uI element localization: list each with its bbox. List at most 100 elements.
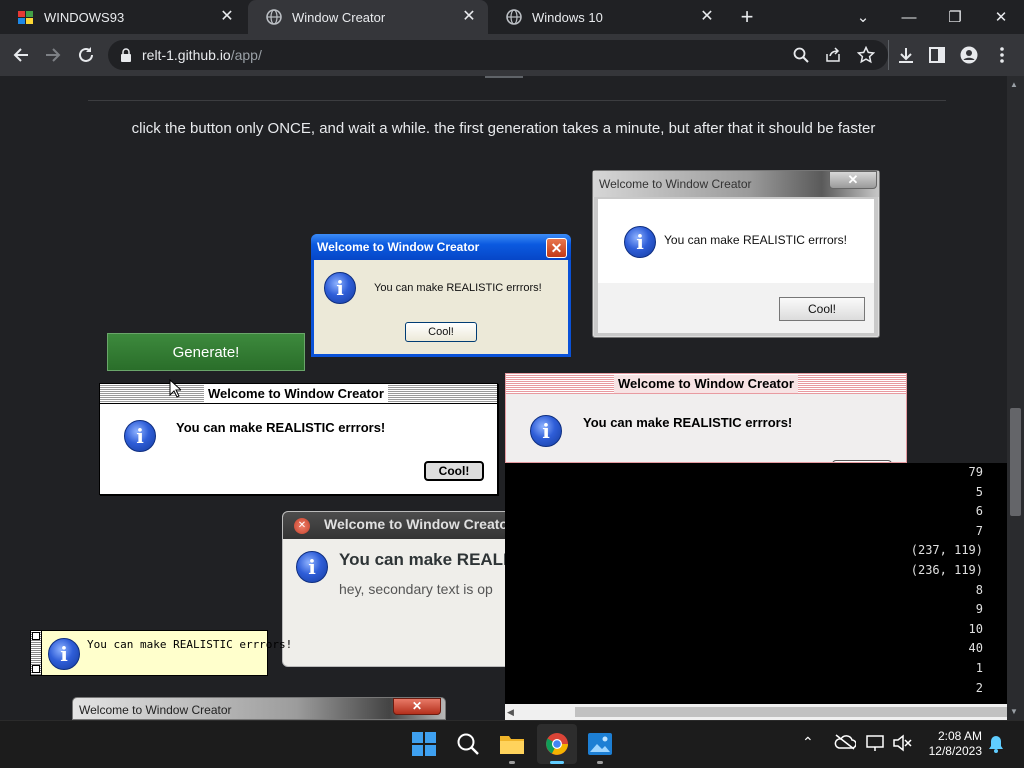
star-icon[interactable]	[851, 40, 881, 70]
close-icon[interactable]: ✕	[393, 698, 441, 715]
close-icon[interactable]: ✕	[294, 518, 310, 534]
console-line: 5	[975, 484, 983, 499]
info-icon: i	[124, 420, 156, 452]
dialog-xp: Welcome to Window Creator ✕ i You can ma…	[311, 234, 571, 357]
scroll-down-icon[interactable]: ▼	[1010, 707, 1018, 716]
restore-icon[interactable]: ❐	[932, 0, 978, 34]
console-horizontal-scrollbar[interactable]: ◀	[505, 704, 1007, 720]
tab-label: Windows 10	[532, 9, 603, 25]
mouse-cursor-icon	[169, 378, 183, 403]
dialog-secondary-text: hey, secondary text is op	[339, 581, 493, 597]
search-icon[interactable]	[786, 40, 816, 70]
scrollbar-thumb[interactable]	[1010, 408, 1021, 516]
url-path: /app/	[230, 47, 262, 63]
console-line: 8	[975, 582, 983, 597]
dialog-title: Welcome to Window Creator	[614, 375, 798, 393]
info-icon: i	[296, 551, 328, 583]
dialog-title: Welcome to Window Creator	[324, 516, 506, 532]
photos-icon[interactable]	[580, 724, 620, 764]
info-icon: i	[48, 638, 80, 670]
close-icon[interactable]: ✕	[546, 238, 567, 258]
close-tab-icon[interactable]: ✕	[698, 8, 716, 26]
page-scrollbar[interactable]	[1007, 76, 1024, 720]
close-window-icon[interactable]: ✕	[978, 0, 1024, 34]
tab-window-creator[interactable]: Window Creator ✕	[248, 0, 488, 34]
tab-windows-10[interactable]: Windows 10 ✕	[488, 0, 726, 34]
dialog-message: You can make REALISTIC errrors!	[339, 550, 505, 569]
dialog-message: You can make REALISTIC errrors!	[664, 233, 847, 247]
zoom-box-icon[interactable]	[32, 665, 40, 673]
share-icon[interactable]	[818, 40, 848, 70]
clock-date: 12/8/2023	[928, 744, 982, 758]
windows-start-icon[interactable]	[404, 724, 444, 764]
scroll-up-icon[interactable]: ▲	[1010, 80, 1018, 89]
info-icon: i	[624, 226, 656, 258]
tab-label: WINDOWS93	[44, 9, 125, 25]
toolbar-divider	[888, 40, 889, 70]
close-tab-icon[interactable]: ✕	[218, 8, 236, 26]
console-line: 40	[968, 641, 983, 656]
minimize-icon[interactable]: —	[886, 0, 932, 34]
console-line: (236, 119)	[910, 562, 983, 577]
reload-icon[interactable]	[71, 40, 101, 70]
new-tab-button[interactable]: +	[733, 4, 761, 30]
divider	[88, 100, 946, 101]
console-line: 2	[975, 680, 983, 695]
dialog-message: You can make REALISTIC errrors!	[176, 420, 386, 435]
dialog-message: You can make REALISTIC errrors!	[374, 282, 542, 294]
dialog-mac-classic: Welcome to Window Creator i You can make…	[99, 383, 498, 495]
sidebar-icon[interactable]	[922, 40, 952, 70]
console-line: 10	[968, 621, 983, 636]
console-lines: 79 5 6 7 (237, 119) (236, 119) 8 9 10 40…	[911, 463, 983, 698]
globe-icon	[506, 9, 522, 25]
console-scroll-thumb[interactable]	[575, 707, 1007, 717]
dialog-mac-pink: Welcome to Window Creator i You can make…	[505, 373, 907, 463]
dialog-message: You can make REALISTIC errrors!	[583, 415, 793, 430]
volume-muted-icon[interactable]	[892, 734, 912, 757]
console-line: (237, 119)	[910, 543, 983, 558]
generate-button[interactable]: Generate!	[107, 333, 305, 371]
page-top-element	[485, 76, 523, 78]
close-icon[interactable]: ✕	[829, 171, 877, 189]
tab-search-icon[interactable]: ⌄	[840, 0, 886, 34]
clock[interactable]: 2:08 AM 12/8/2023	[920, 729, 982, 759]
close-tab-icon[interactable]: ✕	[460, 8, 478, 26]
cool-button[interactable]: Cool!	[405, 322, 477, 342]
dialog-yellow: i You can make REALISTIC errrors!	[30, 630, 292, 676]
active-indicator	[550, 761, 564, 764]
bell-icon[interactable]	[988, 735, 1004, 758]
dialog-message: You can make REALISTIC errrors!	[87, 638, 293, 651]
lock-icon[interactable]	[120, 48, 132, 65]
dialog-title: Welcome to Window Creator	[204, 385, 388, 403]
forward-icon[interactable]	[38, 40, 68, 70]
profile-icon[interactable]	[954, 40, 984, 70]
dialog-gray: Welcome to Window Creator ✕ i You can ma…	[592, 170, 880, 338]
close-box-icon[interactable]	[32, 632, 40, 640]
address-bar[interactable]: relt-1.github.io/app/	[108, 40, 888, 70]
clock-time: 2:08 AM	[937, 729, 982, 743]
console-line: 7	[975, 523, 983, 538]
network-icon[interactable]	[866, 734, 886, 757]
url-host: relt-1.github.io	[142, 47, 231, 63]
info-icon: i	[324, 272, 356, 304]
back-icon[interactable]	[6, 40, 36, 70]
dialog-title: Welcome to Window Creator	[317, 240, 480, 254]
console-line: 79	[968, 465, 983, 479]
onedrive-icon[interactable]	[834, 734, 857, 755]
file-explorer-icon[interactable]	[492, 724, 532, 764]
cool-button[interactable]: Cool!	[779, 297, 865, 321]
tray-overflow-icon[interactable]: ⌃	[802, 734, 814, 751]
dialog-vista-basic: Welcome to Window Creator ✕	[72, 697, 446, 720]
search-taskbar-icon[interactable]	[448, 724, 488, 764]
dialog-gnome: ✕ Welcome to Window Creator i You can ma…	[282, 511, 506, 667]
console-line: 9	[975, 602, 983, 617]
menu-icon[interactable]	[987, 40, 1017, 70]
chrome-icon[interactable]	[537, 724, 577, 764]
running-indicator	[597, 761, 603, 764]
instruction-text: click the button only ONCE, and wait a w…	[131, 120, 876, 137]
cool-button[interactable]: Cool!	[424, 461, 484, 481]
scroll-left-icon[interactable]: ◀	[507, 707, 514, 718]
tab-windows93[interactable]: WINDOWS93 ✕	[0, 0, 246, 34]
globe-icon	[266, 9, 282, 25]
download-icon[interactable]	[891, 40, 921, 70]
